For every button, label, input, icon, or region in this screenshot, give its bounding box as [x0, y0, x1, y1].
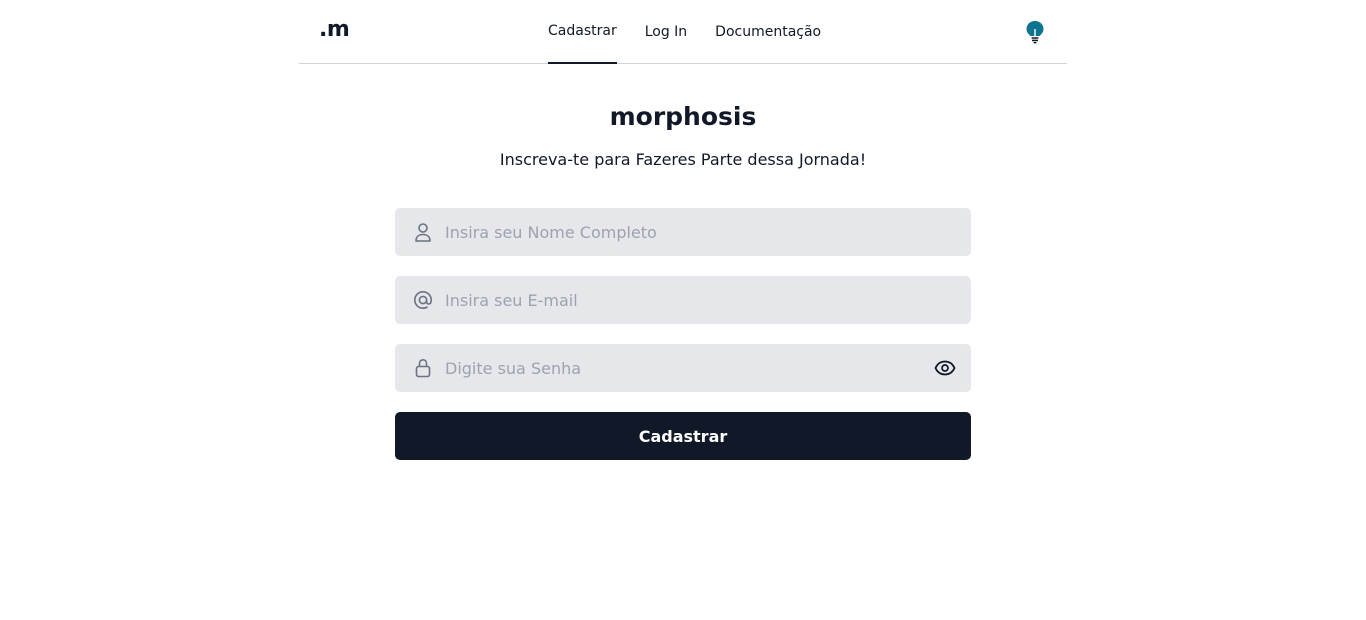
top-navbar: .m Cadastrar Log In Documentação	[299, 0, 1067, 64]
nav-item-cadastrar[interactable]: Cadastrar	[548, 0, 617, 64]
lightbulb-icon[interactable]	[1024, 20, 1046, 44]
main-nav: Cadastrar Log In Documentação	[548, 0, 849, 64]
password-field	[395, 344, 971, 392]
lock-icon	[412, 357, 434, 379]
logo[interactable]: .m	[319, 17, 350, 42]
user-icon	[412, 221, 434, 243]
email-input[interactable]	[445, 276, 915, 324]
eye-icon[interactable]	[933, 356, 957, 380]
email-field	[395, 276, 971, 324]
at-sign-icon	[412, 289, 434, 311]
nav-item-documentacao[interactable]: Documentação	[715, 0, 821, 63]
name-field	[395, 208, 971, 256]
password-input[interactable]	[445, 344, 915, 392]
page-subtitle: Inscreva-te para Fazeres Parte dessa Jor…	[499, 150, 867, 169]
nav-item-login[interactable]: Log In	[645, 0, 687, 63]
name-input[interactable]	[445, 208, 915, 256]
page-title: morphosis	[609, 102, 757, 131]
cadastrar-button[interactable]: Cadastrar	[395, 412, 971, 460]
